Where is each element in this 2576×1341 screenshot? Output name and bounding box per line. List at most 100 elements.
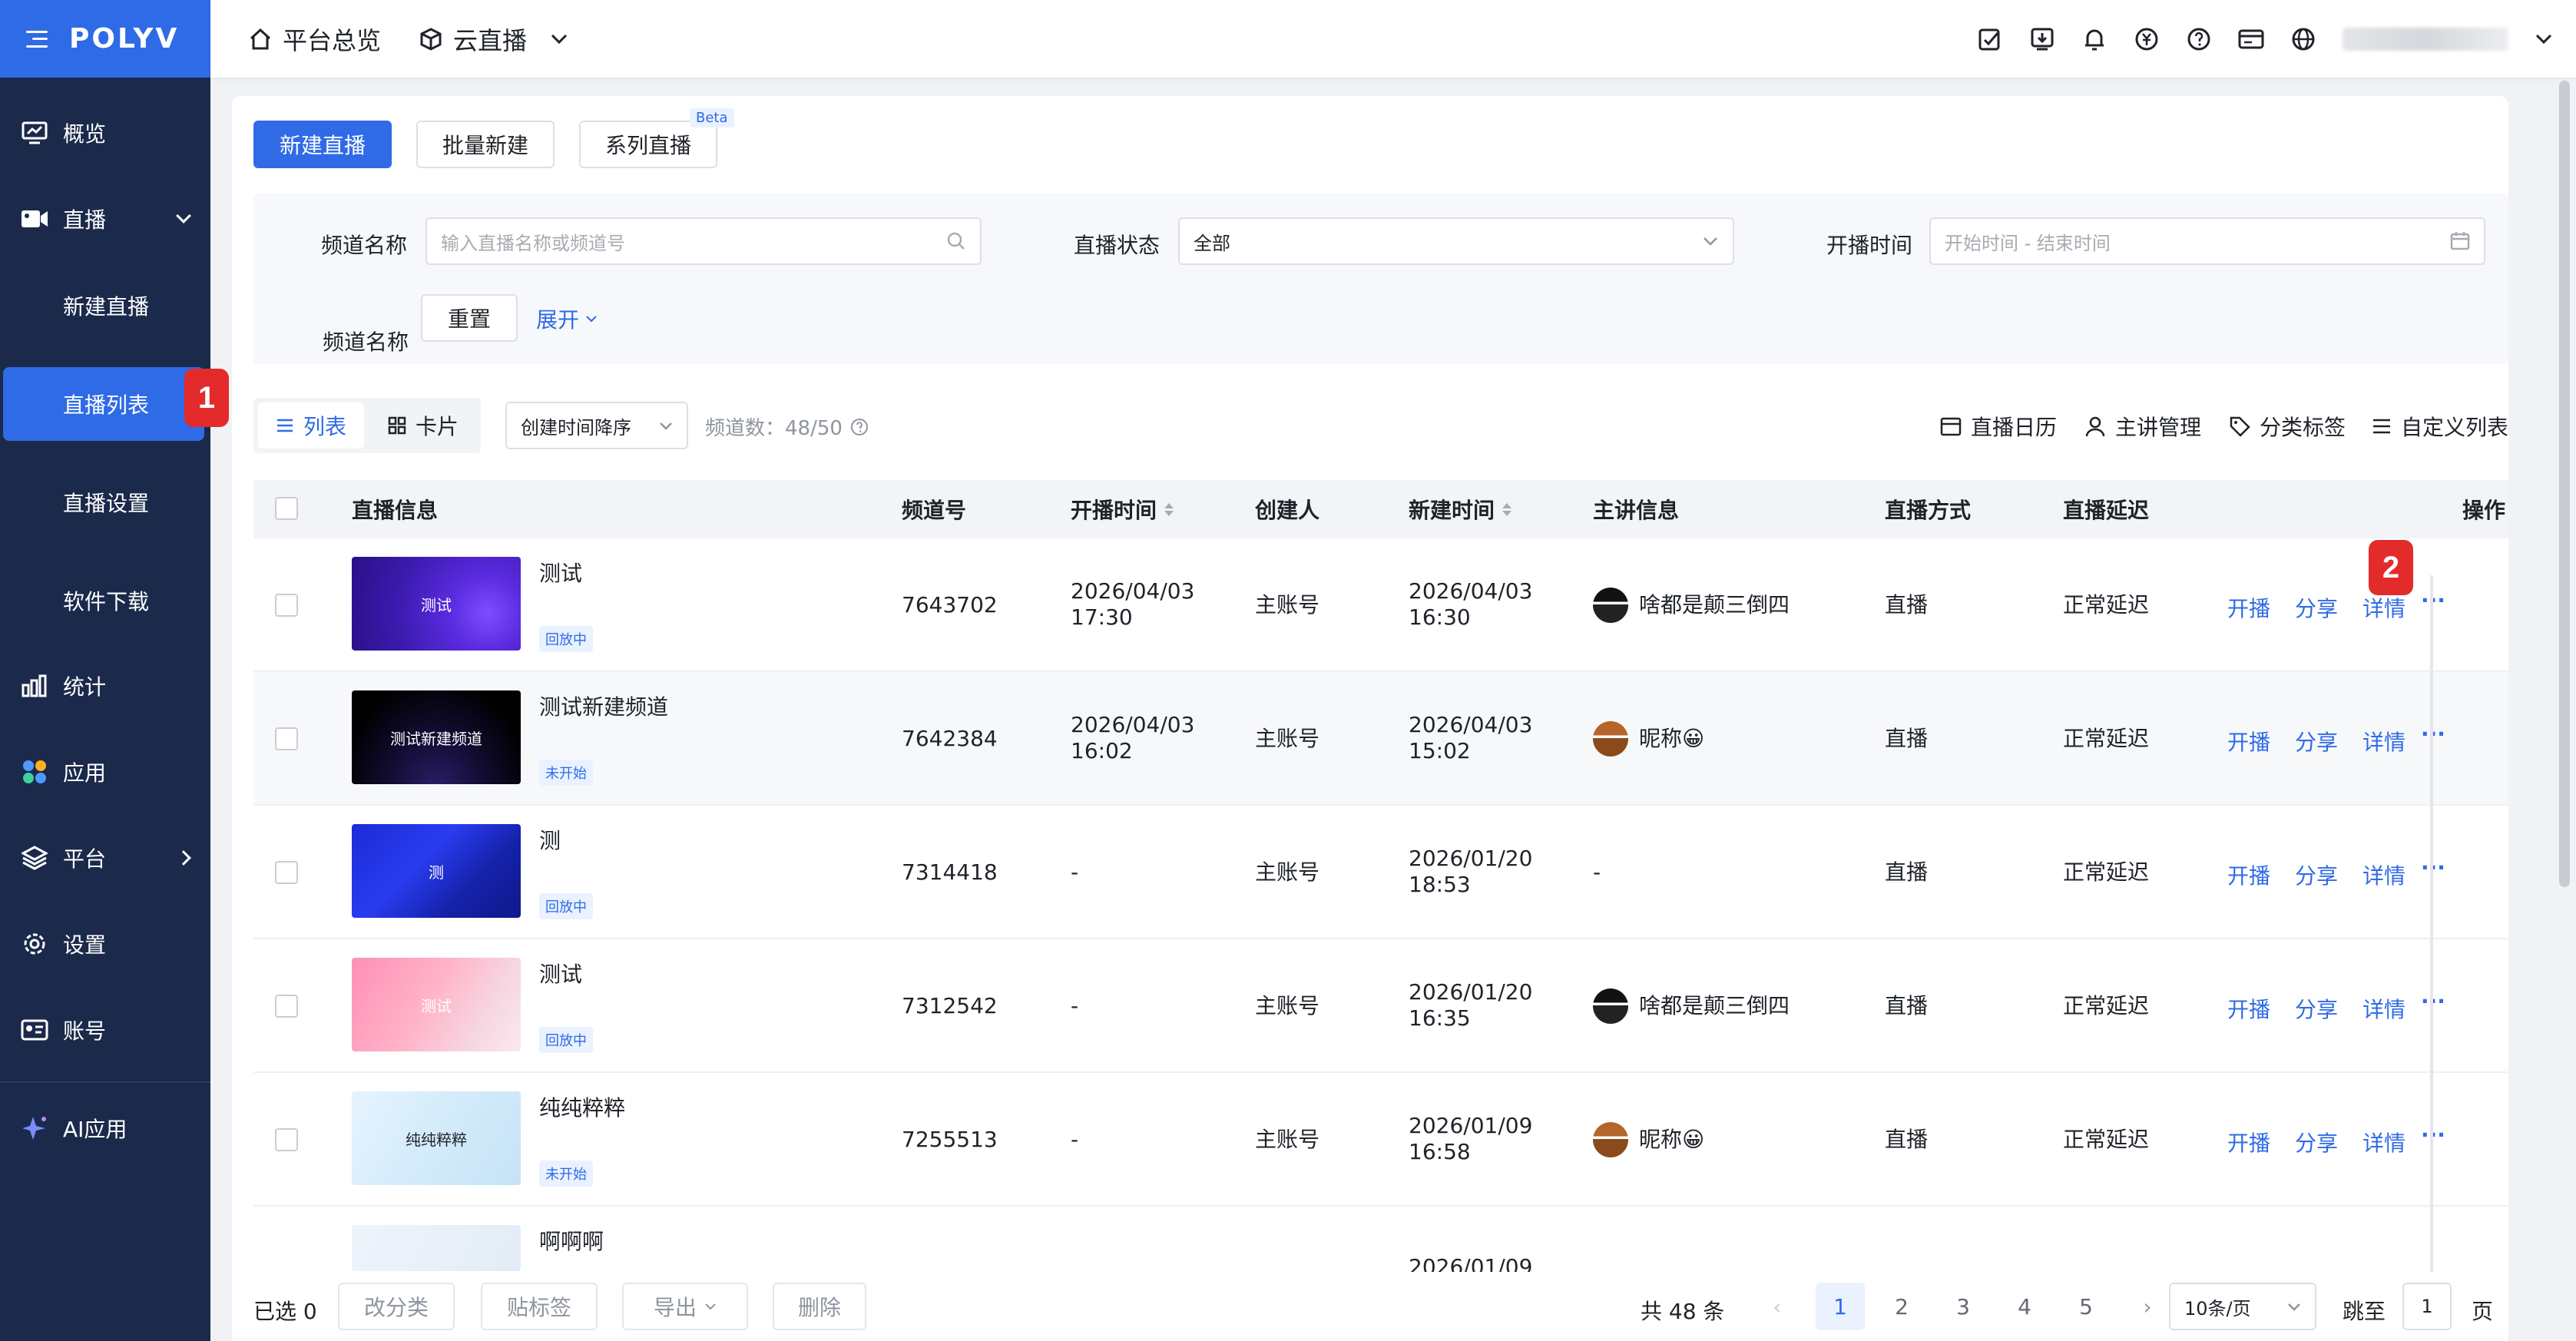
- sidebar-sub-live-settings[interactable]: 直播设置: [0, 487, 210, 518]
- row-checkbox[interactable]: [275, 727, 298, 750]
- row-checkbox[interactable]: [275, 1128, 298, 1151]
- batch-new-button[interactable]: 批量新建: [416, 121, 555, 168]
- prev-page-icon[interactable]: ‹: [1753, 1283, 1802, 1330]
- bell-icon[interactable]: [2081, 26, 2107, 52]
- row-checkbox[interactable]: [275, 995, 298, 1018]
- share-link[interactable]: 分享: [2295, 1127, 2338, 1157]
- sidebar-sub-download[interactable]: 软件下载: [0, 585, 210, 616]
- jump-page-input[interactable]: 1: [2402, 1283, 2452, 1330]
- yen-icon[interactable]: [2134, 26, 2160, 52]
- start-live-link[interactable]: 开播: [2227, 993, 2270, 1024]
- lecturer-name: 昵称😀: [1639, 1127, 1705, 1152]
- view-list-button[interactable]: 列表: [258, 402, 364, 449]
- channel-thumbnail[interactable]: [352, 1225, 521, 1271]
- user-name-blurred[interactable]: [2343, 27, 2508, 51]
- custom-list-link[interactable]: 自定义列表: [2372, 411, 2508, 442]
- status-badge: 回放中: [539, 626, 593, 652]
- page-3[interactable]: 3: [1939, 1283, 1988, 1330]
- detail-link[interactable]: 详情: [2362, 1127, 2405, 1157]
- page-2[interactable]: 2: [1877, 1283, 1926, 1330]
- page-unit: 页: [2472, 1299, 2494, 1324]
- help-icon[interactable]: [850, 418, 869, 436]
- start-live-link[interactable]: 开播: [2227, 859, 2270, 890]
- calendar-icon: [2450, 232, 2470, 250]
- channel-name-input[interactable]: 输入直播名称或频道号: [425, 217, 982, 265]
- start-live-link[interactable]: 开播: [2227, 726, 2270, 757]
- add-tag-button[interactable]: 贴标签: [481, 1283, 598, 1330]
- globe-icon[interactable]: [2290, 26, 2316, 52]
- reset-button[interactable]: 重置: [421, 294, 518, 342]
- share-link[interactable]: 分享: [2295, 726, 2338, 757]
- page-1[interactable]: 1: [1816, 1283, 1865, 1330]
- row-checkbox[interactable]: [275, 861, 298, 884]
- share-link[interactable]: 分享: [2295, 859, 2338, 890]
- live-delay: 正常延迟: [2063, 1127, 2150, 1152]
- channel-number: 7312542: [902, 993, 998, 1018]
- start-date: -: [1071, 859, 1079, 885]
- export-button[interactable]: 导出: [622, 1283, 748, 1330]
- sidebar-item-stats[interactable]: 统计: [0, 667, 210, 705]
- lecturer-manage-link[interactable]: 主讲管理: [2084, 411, 2201, 442]
- channel-thumbnail[interactable]: 测试: [352, 557, 521, 651]
- chevron-down-icon[interactable]: [2535, 33, 2553, 45]
- sidebar-item-platform[interactable]: 平台: [0, 839, 210, 877]
- status-label: 直播状态: [1074, 233, 1161, 258]
- sidebar-item-overview[interactable]: 概览: [0, 114, 210, 152]
- sidebar-item-apps[interactable]: 应用: [0, 753, 210, 791]
- sidebar-sub-live-list[interactable]: 直播列表: [3, 367, 204, 441]
- channel-thumbnail[interactable]: 测: [352, 824, 521, 918]
- checklist-icon[interactable]: [1977, 26, 2003, 52]
- select-all-checkbox[interactable]: [275, 497, 298, 520]
- nav-cloud-live[interactable]: 云直播: [419, 22, 579, 57]
- time-range-input[interactable]: 开始时间 - 结束时间: [1929, 217, 2485, 265]
- channel-title[interactable]: 测试新建频道: [539, 690, 668, 721]
- channel-title[interactable]: 纯纯粹粹: [539, 1091, 625, 1122]
- help-icon[interactable]: [2186, 26, 2212, 52]
- start-live-link[interactable]: 开播: [2227, 1127, 2270, 1157]
- th-created-time[interactable]: 新建时间: [1409, 480, 1512, 538]
- series-live-button[interactable]: 系列直播: [579, 121, 717, 168]
- category-tags-link[interactable]: 分类标签: [2229, 411, 2346, 442]
- th-start-time[interactable]: 开播时间: [1071, 480, 1174, 538]
- page-size-select[interactable]: 10条/页: [2169, 1283, 2316, 1330]
- channel-thumbnail[interactable]: 纯纯粹粹: [352, 1091, 521, 1185]
- live-calendar-link[interactable]: 直播日历: [1940, 411, 2057, 442]
- detail-link[interactable]: 详情: [2362, 993, 2405, 1024]
- share-link[interactable]: 分享: [2295, 592, 2338, 623]
- row-checkbox[interactable]: [275, 594, 298, 617]
- detail-link[interactable]: 详情: [2362, 592, 2405, 623]
- share-link[interactable]: 分享: [2295, 993, 2338, 1024]
- detail-link[interactable]: 详情: [2362, 726, 2405, 757]
- sidebar-item-settings[interactable]: 设置: [0, 925, 210, 963]
- download-icon[interactable]: [2029, 26, 2055, 52]
- channel-title[interactable]: 测试: [539, 958, 582, 988]
- page-4[interactable]: 4: [2000, 1283, 2049, 1330]
- sidebar-item-ai-apps[interactable]: AI应用: [0, 1109, 210, 1147]
- page-5[interactable]: 5: [2061, 1283, 2111, 1330]
- recategorize-button[interactable]: 改分类: [338, 1283, 455, 1330]
- page-scrollbar[interactable]: [2559, 81, 2570, 887]
- sidebar-item-live[interactable]: 直播: [0, 200, 210, 238]
- channel-title[interactable]: 测: [539, 824, 561, 855]
- channel-title[interactable]: 测试: [539, 557, 582, 588]
- channel-thumbnail[interactable]: 测试新建频道: [352, 690, 521, 784]
- sidebar-item-account[interactable]: 账号: [0, 1011, 210, 1049]
- status-select[interactable]: 全部: [1178, 217, 1734, 265]
- new-live-button[interactable]: 新建直播: [253, 121, 392, 168]
- detail-link[interactable]: 详情: [2362, 859, 2405, 890]
- expand-link[interactable]: 展开: [536, 303, 598, 334]
- sidebar-sub-new-live[interactable]: 新建直播: [0, 290, 210, 321]
- avatar: [1593, 721, 1628, 757]
- menu-icon[interactable]: [26, 30, 48, 48]
- next-page-icon[interactable]: ›: [2123, 1283, 2172, 1330]
- card-icon[interactable]: [2238, 26, 2264, 52]
- channel-thumbnail[interactable]: 测试: [352, 958, 521, 1051]
- delete-button[interactable]: 删除: [773, 1283, 866, 1330]
- view-card-button[interactable]: 卡片: [370, 402, 476, 449]
- nav-platform-overview[interactable]: 平台总览: [249, 22, 381, 57]
- time-label: 开播时间: [1826, 233, 1913, 258]
- sort-select[interactable]: 创建时间降序: [505, 402, 688, 449]
- channel-title[interactable]: 啊啊啊: [539, 1225, 604, 1256]
- start-live-link[interactable]: 开播: [2227, 592, 2270, 623]
- logo: POLYV: [69, 23, 180, 55]
